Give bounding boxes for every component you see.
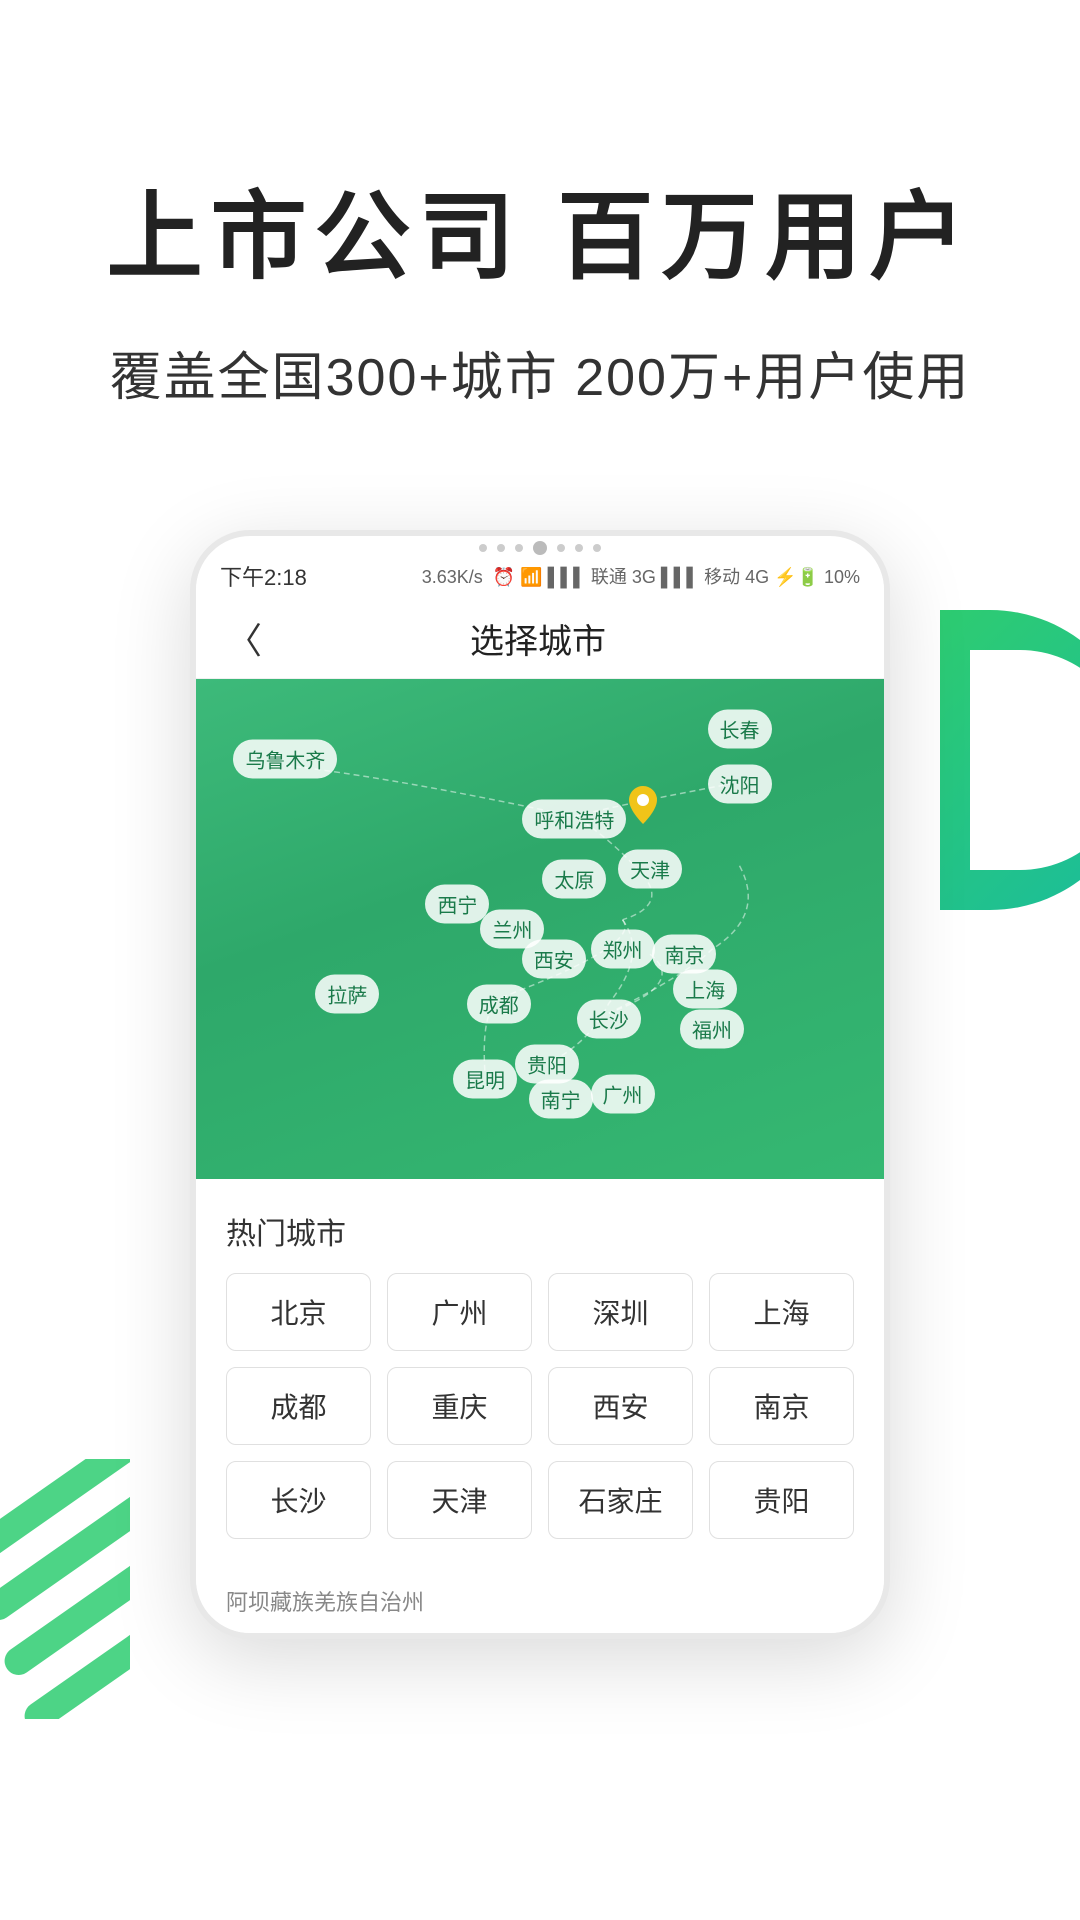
status-mid: 3.63K/s ⏰ 📶 ▌▌▌ 联通 3G ▌▌▌ 移动 4G ⚡🔋 10% bbox=[422, 563, 860, 589]
city-button[interactable]: 北京 bbox=[226, 1273, 371, 1351]
city-button[interactable]: 天津 bbox=[387, 1461, 532, 1539]
hero-subtitle: 覆盖全国300+城市 200万+用户使用 bbox=[80, 335, 1000, 410]
city-button[interactable]: 石家庄 bbox=[548, 1461, 693, 1539]
footer-text: 阿坝藏族羌族自治州 bbox=[196, 1569, 884, 1633]
map-city-label[interactable]: 昆明 bbox=[453, 1060, 517, 1099]
status-bar: 下午2:18 3.63K/s ⏰ 📶 ▌▌▌ 联通 3G ▌▌▌ 移动 4G ⚡… bbox=[196, 552, 884, 598]
map-city-label[interactable]: 呼和浩特 bbox=[522, 800, 626, 839]
map-city-label[interactable]: 长春 bbox=[708, 710, 772, 749]
hero-section: 上市公司 百万用户 覆盖全国300+城市 200万+用户使用 bbox=[0, 0, 1080, 470]
map-city-label[interactable]: 成都 bbox=[467, 985, 531, 1024]
phone-section: 下午2:18 3.63K/s ⏰ 📶 ▌▌▌ 联通 3G ▌▌▌ 移动 4G ⚡… bbox=[0, 530, 1080, 1639]
city-button[interactable]: 成都 bbox=[226, 1367, 371, 1445]
status-time: 下午2:18 bbox=[220, 560, 307, 592]
notch-dot-7 bbox=[593, 544, 601, 552]
status-carrier: 联通 3G bbox=[591, 567, 656, 587]
notch-dot-2 bbox=[497, 544, 505, 552]
hot-cities-title: 热门城市 bbox=[226, 1209, 854, 1253]
map-city-label[interactable]: 福州 bbox=[680, 1010, 744, 1049]
map-city-label[interactable]: 南京 bbox=[652, 935, 716, 974]
city-button[interactable]: 重庆 bbox=[387, 1367, 532, 1445]
map-city-label[interactable]: 拉萨 bbox=[315, 975, 379, 1014]
phone-top-bar bbox=[196, 536, 884, 552]
map-city-label[interactable]: 沈阳 bbox=[708, 765, 772, 804]
map-area[interactable]: 乌鲁木齐长春沈阳呼和浩特天津太原西宁兰州西安郑州南京上海拉萨成都长沙福州贵阳昆明… bbox=[196, 679, 884, 1179]
back-button[interactable]: 〈 bbox=[226, 612, 262, 664]
status-speed: 3.63K/s bbox=[422, 567, 483, 587]
city-button[interactable]: 上海 bbox=[709, 1273, 854, 1351]
map-city-label[interactable]: 郑州 bbox=[591, 930, 655, 969]
deco-stripes-left bbox=[0, 1459, 130, 1719]
notch-dot-3 bbox=[515, 544, 523, 552]
status-battery: 10% bbox=[824, 567, 860, 587]
map-city-label[interactable]: 西安 bbox=[522, 940, 586, 979]
deco-circle-inner bbox=[970, 650, 1080, 870]
map-city-label[interactable]: 西宁 bbox=[425, 885, 489, 924]
map-city-label[interactable]: 上海 bbox=[673, 970, 737, 1009]
phone-frame: 下午2:18 3.63K/s ⏰ 📶 ▌▌▌ 联通 3G ▌▌▌ 移动 4G ⚡… bbox=[190, 530, 890, 1639]
map-city-label[interactable]: 南宁 bbox=[529, 1080, 593, 1119]
map-city-label[interactable]: 长沙 bbox=[577, 1000, 641, 1039]
notch-dot-5 bbox=[557, 544, 565, 552]
city-button[interactable]: 南京 bbox=[709, 1367, 854, 1445]
status-carrier2: 移动 4G bbox=[704, 567, 769, 587]
city-grid: 北京广州深圳上海成都重庆西安南京长沙天津石家庄贵阳 bbox=[226, 1273, 854, 1539]
map-city-label[interactable]: 贵阳 bbox=[515, 1045, 579, 1084]
city-button[interactable]: 长沙 bbox=[226, 1461, 371, 1539]
deco-circle-right bbox=[940, 610, 1080, 910]
map-city-label[interactable]: 乌鲁木齐 bbox=[233, 740, 337, 779]
app-header: 〈 选择城市 bbox=[196, 598, 884, 679]
hot-cities-section: 热门城市 北京广州深圳上海成都重庆西安南京长沙天津石家庄贵阳 bbox=[196, 1179, 884, 1569]
notch-dot-6 bbox=[575, 544, 583, 552]
city-button[interactable]: 西安 bbox=[548, 1367, 693, 1445]
map-city-label[interactable]: 广州 bbox=[591, 1075, 655, 1114]
city-button[interactable]: 深圳 bbox=[548, 1273, 693, 1351]
app-header-title: 选择城市 bbox=[262, 614, 814, 663]
city-button[interactable]: 贵阳 bbox=[709, 1461, 854, 1539]
hero-title: 上市公司 百万用户 bbox=[80, 180, 1000, 295]
map-city-label[interactable]: 太原 bbox=[542, 860, 606, 899]
city-button[interactable]: 广州 bbox=[387, 1273, 532, 1351]
map-pin bbox=[629, 786, 657, 829]
map-city-label[interactable]: 天津 bbox=[618, 850, 682, 889]
notch-dot-1 bbox=[479, 544, 487, 552]
